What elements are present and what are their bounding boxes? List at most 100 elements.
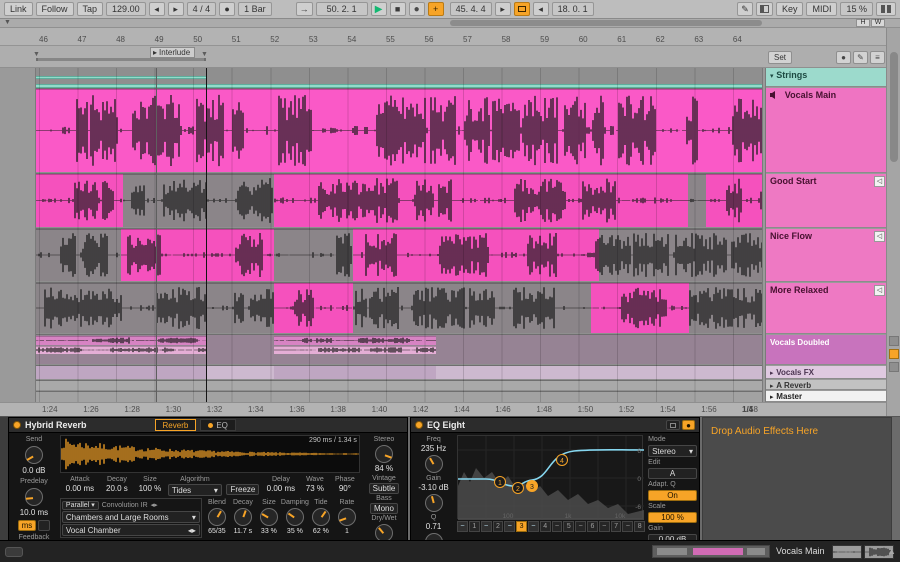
arrangement-overview[interactable] [652, 545, 770, 558]
size-param[interactable]: Size 100 % [134, 475, 166, 496]
freeze-button[interactable]: Freeze [226, 484, 260, 495]
predelay-value[interactable]: 10.0 ms [20, 508, 48, 518]
audio-clip[interactable] [36, 336, 206, 345]
audio-clip[interactable] [36, 89, 762, 172]
height-preset-button[interactable]: H [856, 19, 870, 27]
expand-view-icon[interactable] [666, 420, 681, 430]
width-preset-button[interactable]: W [871, 19, 885, 27]
nudge-down-button[interactable]: ◂ [148, 2, 165, 16]
band-filter-type-button[interactable]: ~ [598, 521, 610, 532]
fold-icon[interactable]: ▸ [770, 383, 774, 389]
track-header-vocals-main[interactable]: Vocals Main [766, 88, 887, 173]
freeze-param[interactable]: Freeze [224, 475, 262, 496]
track-header-good-start[interactable]: Good Start ◁ [766, 174, 887, 228]
band-filter-type-button[interactable]: ~ [457, 521, 468, 532]
track-header-vocals-doubled[interactable]: Vocals Doubled [766, 335, 887, 365]
follow-playhead-button[interactable]: → [295, 2, 313, 16]
tide-control[interactable]: Tide 62 % [308, 498, 334, 538]
tap-tempo-button[interactable]: Tap [76, 2, 104, 16]
track-lane-a-reverb[interactable] [36, 380, 762, 390]
attack-param[interactable]: Attack 0.00 ms [60, 475, 100, 496]
track-lane-vocals-doubled[interactable] [36, 334, 762, 364]
stop-button[interactable]: ■ [389, 2, 406, 16]
beat-time-ruler[interactable]: 46 47 48 49 50 51 52 53 54 55 56 57 58 59 60 61 62 63 64 [0, 28, 886, 46]
eq-curve-display[interactable]: 1 2 3 4 6 0 -6 100 1k 10k [457, 435, 645, 520]
audio-clip[interactable] [274, 229, 353, 281]
device-power-button[interactable] [415, 421, 423, 429]
damping-control[interactable]: Damping 35 % [281, 498, 309, 538]
arrangement-position-field[interactable]: 50. 2. 1 [315, 2, 368, 16]
stereo-value[interactable]: 84 % [375, 464, 393, 474]
track-lane-nice-flow[interactable] [36, 228, 762, 281]
band-filter-type-button[interactable]: ~ [480, 521, 492, 532]
loop-region[interactable] [36, 58, 206, 61]
drop-audio-effects-zone[interactable]: Drop Audio Effects Here [702, 417, 892, 541]
audio-clip[interactable] [36, 229, 121, 281]
punch-out-button[interactable]: ◂ [532, 2, 549, 16]
panel-split-button[interactable] [755, 2, 773, 16]
wave-param[interactable]: Wave 73 % [300, 475, 330, 496]
time-signature-field[interactable]: 4 / 4 [186, 2, 217, 16]
band-number-button[interactable]: 7 [610, 521, 622, 532]
ir-file-selector[interactable]: Vocal Chamber ◂▸ [61, 524, 200, 536]
audio-clip[interactable] [36, 283, 274, 333]
band-number-button[interactable]: 5 [563, 521, 575, 532]
io-toggle-icon[interactable]: ● [836, 51, 851, 64]
edit-ab-button[interactable]: A [648, 468, 697, 479]
ir-prev-next-icon[interactable]: ◂▸ [151, 501, 158, 509]
blend-control[interactable]: Blend 65/35 [204, 498, 230, 538]
audition-button[interactable]: ◁ [874, 176, 885, 187]
size-value[interactable]: 100 % [139, 484, 162, 494]
routing-selector[interactable]: Parallel ▾ [61, 500, 99, 510]
audio-clip[interactable] [36, 366, 206, 379]
record-button[interactable]: ● [408, 2, 425, 16]
decay2-control[interactable]: Decay 11.7 s [230, 498, 256, 538]
track-lane-vocals-main[interactable] [36, 88, 762, 172]
audio-clip[interactable] [353, 283, 591, 333]
vertical-scroll-thumb[interactable] [890, 52, 898, 162]
damping-value[interactable]: 35 % [287, 527, 303, 537]
wave-value[interactable]: 73 % [306, 484, 324, 494]
loop-start-handle[interactable]: ▼ [33, 51, 40, 58]
loop-end-handle[interactable]: ▼ [201, 51, 208, 58]
audio-clip[interactable] [274, 336, 436, 345]
delay-param[interactable]: Delay 0.00 ms [262, 475, 300, 496]
phase-value[interactable]: 90° [339, 484, 351, 494]
blend-value[interactable]: 65/35 [208, 527, 226, 537]
band-filter-type-button[interactable]: ~ [551, 521, 563, 532]
send-value[interactable]: 0.0 dB [22, 466, 45, 476]
fold-icon[interactable]: ▸ [770, 394, 774, 401]
play-button[interactable]: ▶ [370, 2, 387, 16]
draw-mode-button[interactable]: ✎ [736, 2, 753, 16]
set-marker-button[interactable]: Set [768, 51, 793, 64]
track-lane-vocals-fx[interactable] [36, 365, 762, 379]
rate-control[interactable]: Rate 1 [334, 498, 360, 538]
nudge-up-button[interactable]: ▸ [167, 2, 184, 16]
audition-mode-icon[interactable]: ● [682, 420, 695, 430]
loop-length-field[interactable]: 18. 0. 1 [551, 2, 594, 16]
algorithm-param[interactable]: Algorithm Tides ▾ [166, 475, 224, 496]
quantize-menu[interactable]: 1 Bar [238, 2, 272, 16]
band-filter-type-button[interactable]: ~ [575, 521, 587, 532]
horizontal-zoom-bar[interactable]: ▼ H W [0, 19, 900, 28]
freq-value[interactable]: 235 Hz [421, 444, 446, 454]
track-header-nice-flow[interactable]: Nice Flow ◁ [766, 229, 887, 282]
attack-value[interactable]: 0.00 ms [66, 484, 94, 494]
audio-clip[interactable] [688, 174, 706, 227]
audio-clip[interactable] [274, 174, 688, 227]
freq-knob[interactable] [424, 455, 443, 473]
track-lane-good-start[interactable] [36, 173, 762, 227]
zoom-scroll-thumb[interactable] [450, 20, 762, 26]
band-number-button[interactable]: 2 [492, 521, 504, 532]
song-marker-interlude[interactable]: ▸ Interlude [150, 47, 196, 58]
arrangement-area[interactable] [35, 68, 763, 402]
algorithm-value[interactable]: Tides [172, 486, 191, 495]
expand-panel-icon[interactable]: ▲ [887, 546, 896, 556]
track-header-a-reverb[interactable]: ▸ A Reverb [766, 380, 887, 390]
punch-in-button[interactable]: ▸ [494, 2, 511, 16]
track-option-button-active[interactable] [889, 349, 899, 359]
audio-clip[interactable] [591, 283, 689, 333]
device-power-button[interactable] [13, 421, 21, 429]
decay-param[interactable]: Decay 20.0 s [100, 475, 134, 496]
band-filter-type-button[interactable]: ~ [504, 521, 516, 532]
